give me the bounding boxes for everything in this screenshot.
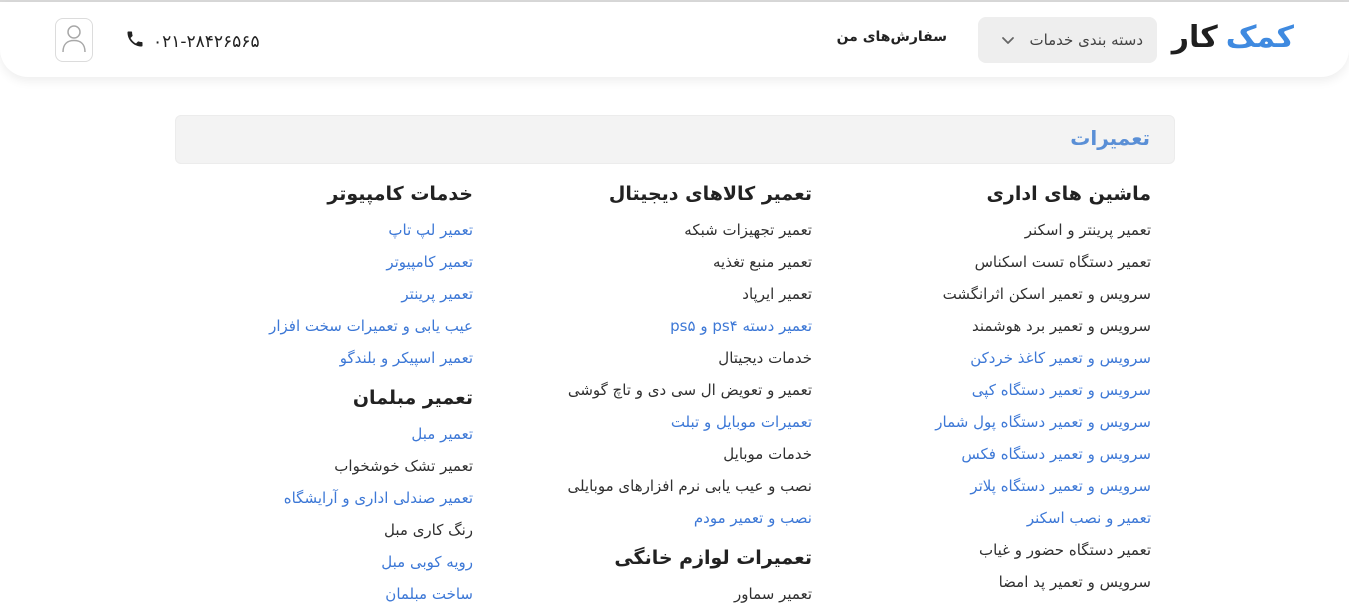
category-column: تعمیر کالاهای دیجیتال تعمیر تجهیزات شبکه ت… <box>567 180 812 609</box>
service-link[interactable]: تعمیر تشک خوشخواب <box>269 450 473 482</box>
category-group: خدمات کامپیوتر تعمیر لپ تاپ تعمیر کامپیوتر… <box>269 180 473 374</box>
logo-word-2: کار <box>1171 20 1218 55</box>
category-group-title[interactable]: تعمیر کالاهای دیجیتال <box>567 180 812 214</box>
site-logo[interactable]: کمک کار <box>1171 20 1295 55</box>
service-link[interactable]: رنگ کاری مبل <box>269 514 473 546</box>
service-link[interactable]: تعمیر پرینتر <box>269 278 473 310</box>
category-group: تعمیر مبلمان تعمیر مبل تعمیر تشک خوشخواب تع… <box>269 384 473 609</box>
section-title: تعمیرات <box>1070 126 1150 150</box>
chevron-down-icon <box>999 31 1017 49</box>
service-link[interactable]: تعمیر تجهیزات شبکه <box>567 214 812 246</box>
service-link[interactable]: تعمیر ایرپاد <box>567 278 812 310</box>
phone-number: ۰۲۱-۲۸۴۲۶۵۶۵ <box>153 31 260 52</box>
category-group: ماشین های اداری تعمیر پرینتر و اسکنر تعمیر… <box>935 180 1151 598</box>
service-link[interactable]: تعمیر کامپیوتر <box>269 246 473 278</box>
service-link[interactable]: تعمیر اسپیکر و بلندگو <box>269 342 473 374</box>
my-orders-link[interactable]: سفارش‌های من <box>837 29 947 45</box>
site-header: کمک کار دسته بندی خدمات سفارش‌های من ۰۲۱… <box>0 2 1349 77</box>
service-link[interactable]: عیب یابی و تعمیرات سخت افزار <box>269 310 473 342</box>
service-link[interactable]: تعمیر پرینتر و اسکنر <box>935 214 1151 246</box>
category-column: خدمات کامپیوتر تعمیر لپ تاپ تعمیر کامپیوتر… <box>269 180 473 609</box>
service-link[interactable]: تعمیر سماور <box>567 578 812 609</box>
service-link[interactable]: تعمیر و تعویض ال سی دی و تاچ گوشی <box>567 374 812 406</box>
service-link[interactable]: نصب و عیب یابی نرم افزارهای موبایلی <box>567 470 812 502</box>
service-link[interactable]: سرویس و تعمیر دستگاه فکس <box>935 438 1151 470</box>
support-phone[interactable]: ۰۲۱-۲۸۴۲۶۵۶۵ <box>125 29 260 54</box>
service-link[interactable]: سرویس و تعمیر اسکن اثرانگشت <box>935 278 1151 310</box>
category-group: تعمیرات لوازم خانگی تعمیر سماور <box>567 544 812 609</box>
service-link[interactable]: رویه کوبی مبل <box>269 546 473 578</box>
service-link[interactable]: سرویس و تعمیر دستگاه پلاتر <box>935 470 1151 502</box>
section-header: تعمیرات <box>175 115 1175 164</box>
category-dropdown[interactable]: دسته بندی خدمات <box>978 17 1157 63</box>
category-group-title[interactable]: تعمیرات لوازم خانگی <box>567 544 812 578</box>
service-link[interactable]: سرویس و تعمیر کاغذ خردکن <box>935 342 1151 374</box>
category-group-title[interactable]: تعمیر مبلمان <box>269 384 473 418</box>
service-link[interactable]: سرویس و تعمیر دستگاه کپی <box>935 374 1151 406</box>
service-link[interactable]: سرویس و تعمیر پد امضا <box>935 566 1151 598</box>
logo-word-1: کمک <box>1225 20 1295 55</box>
phone-icon <box>125 29 145 54</box>
service-link[interactable]: نصب و تعمیر مودم <box>567 502 812 534</box>
service-link[interactable]: تعمیرات موبایل و تبلت <box>567 406 812 438</box>
user-icon <box>61 23 87 57</box>
category-group: تعمیر کالاهای دیجیتال تعمیر تجهیزات شبکه ت… <box>567 180 812 534</box>
category-group-title[interactable]: خدمات کامپیوتر <box>269 180 473 214</box>
service-link[interactable]: خدمات دیجیتال <box>567 342 812 374</box>
service-link[interactable]: تعمیر دستگاه حضور و غیاب <box>935 534 1151 566</box>
service-link[interactable]: سرویس و تعمیر دستگاه پول شمار <box>935 406 1151 438</box>
category-dropdown-label: دسته بندی خدمات <box>1029 31 1143 49</box>
service-link[interactable]: تعمیر لپ تاپ <box>269 214 473 246</box>
service-link[interactable]: تعمیر مبل <box>269 418 473 450</box>
service-link[interactable]: تعمیر منبع تغذیه <box>567 246 812 278</box>
category-group-title[interactable]: ماشین های اداری <box>935 180 1151 214</box>
user-account-button[interactable] <box>55 18 93 62</box>
service-link[interactable]: تعمیر صندلی اداری و آرایشگاه <box>269 482 473 514</box>
service-link[interactable]: تعمیر دستگاه تست اسکناس <box>935 246 1151 278</box>
service-link[interactable]: تعمیر دسته ps۴ و ps۵ <box>567 310 812 342</box>
service-link[interactable]: ساخت مبلمان <box>269 578 473 609</box>
service-link[interactable]: تعمیر و نصب اسکنر <box>935 502 1151 534</box>
category-column: ماشین های اداری تعمیر پرینتر و اسکنر تعمیر… <box>935 180 1151 598</box>
service-link[interactable]: خدمات موبایل <box>567 438 812 470</box>
service-link[interactable]: سرویس و تعمیر برد هوشمند <box>935 310 1151 342</box>
